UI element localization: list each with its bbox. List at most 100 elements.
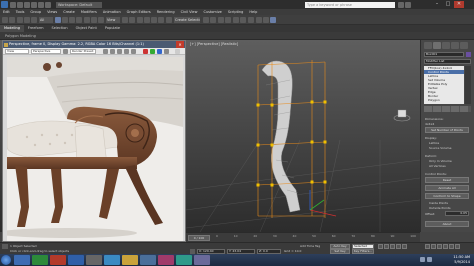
tab-object-paint[interactable]: Object Paint (72, 25, 101, 32)
zoom-all-icon[interactable] (431, 244, 436, 249)
copy-image-icon[interactable] (110, 49, 115, 54)
remove-modifier-icon[interactable] (451, 106, 459, 112)
only-in-volume-radio[interactable]: Only In Volume (429, 159, 452, 163)
outside-points-checkbox[interactable]: Outside Points (429, 206, 451, 210)
percent-snap-icon[interactable] (151, 17, 157, 23)
taskbar-folder-icon[interactable] (122, 255, 138, 265)
open-icon[interactable] (17, 1, 23, 8)
taskbar-app-icon[interactable] (176, 255, 192, 265)
help-icon[interactable] (405, 1, 411, 8)
undo-tool-icon[interactable] (2, 17, 8, 23)
selection-region-icon[interactable] (69, 17, 75, 23)
about-button[interactable]: About (425, 221, 469, 227)
green-channel-icon[interactable] (150, 49, 155, 54)
align-icon[interactable] (210, 17, 216, 23)
select-by-name-icon[interactable] (62, 17, 68, 23)
render-setup-icon[interactable] (256, 17, 262, 23)
move-icon[interactable] (84, 17, 90, 23)
taskbar-3dsmax-icon[interactable] (86, 255, 102, 265)
animate-all-button[interactable]: Animate All (425, 185, 469, 191)
bind-space-warp-icon[interactable] (31, 17, 37, 23)
taskbar-app-icon[interactable] (158, 255, 174, 265)
configure-sets-icon[interactable] (460, 106, 468, 112)
viewport-label[interactable]: [+] [Perspective] [Realistic] (190, 42, 238, 46)
zoom-icon[interactable] (425, 244, 430, 249)
pivot-center-icon[interactable] (122, 17, 128, 23)
named-selection-dropdown[interactable]: Create Selection Se (174, 17, 200, 23)
window-crossing-icon[interactable] (76, 17, 82, 23)
reference-coordinate-dropdown[interactable]: View (106, 17, 120, 23)
area-to-render-dropdown[interactable]: View (5, 49, 29, 54)
app-logo-icon[interactable] (1, 1, 8, 8)
motion-tab-icon[interactable] (451, 42, 459, 49)
lock-viewport-icon[interactable] (63, 49, 68, 54)
rotate-icon[interactable] (91, 17, 97, 23)
close-button[interactable]: ✕ (454, 1, 464, 8)
hierarchy-tab-icon[interactable] (442, 42, 450, 49)
selection-filter-dropdown[interactable]: All (39, 17, 53, 23)
start-button-icon[interactable] (1, 255, 11, 265)
taskbar-app-icon[interactable] (140, 255, 156, 265)
transform-gizmo[interactable] (309, 190, 337, 217)
blue-channel-icon[interactable] (157, 49, 162, 54)
render-window-close-icon[interactable]: ✕ (176, 41, 184, 48)
time-slider[interactable]: 0 / 100 0 10 20 30 40 50 60 70 80 90 100 (186, 232, 420, 242)
undo-icon[interactable] (31, 1, 37, 8)
pin-stack-icon[interactable] (424, 106, 432, 112)
taskbar-app-icon[interactable] (194, 255, 210, 265)
tray-volume-icon[interactable] (427, 257, 432, 262)
source-volume-checkbox[interactable]: Source Volume (429, 146, 451, 150)
curve-editor-icon[interactable] (233, 17, 239, 23)
set-number-of-points-button[interactable]: Set Number of Points (425, 127, 469, 133)
stack-scrollbar[interactable] (465, 66, 471, 104)
previous-frame-icon[interactable] (384, 244, 389, 249)
modifier-stack-item[interactable]: Polygon (424, 98, 464, 102)
ribbon-panel-polygon-modeling[interactable]: Polygon Modeling (0, 32, 41, 39)
tab-populate[interactable]: Populate (101, 25, 124, 32)
viewcube-icon[interactable] (393, 108, 411, 122)
mirror-icon[interactable] (203, 17, 209, 23)
add-time-tag-label[interactable]: Add Time Tag (300, 244, 320, 248)
redo-tool-icon[interactable] (9, 17, 15, 23)
taskbar-media-icon[interactable] (50, 255, 66, 265)
clear-icon[interactable] (131, 49, 136, 54)
save-image-icon[interactable] (103, 49, 108, 54)
tray-network-icon[interactable] (420, 257, 425, 262)
pan-icon[interactable] (443, 244, 448, 249)
lattice-checkbox[interactable]: Lattice (429, 141, 439, 145)
link-icon[interactable] (17, 17, 23, 23)
red-channel-icon[interactable] (143, 49, 148, 54)
render-production-icon[interactable] (270, 17, 276, 23)
select-object-icon[interactable] (55, 17, 61, 23)
layer-manager-icon[interactable] (218, 17, 224, 23)
workspace-dropdown[interactable]: Workspace: Default (56, 1, 102, 8)
create-tab-icon[interactable] (424, 42, 432, 49)
all-vertices-radio[interactable]: All Vertices (429, 164, 446, 168)
tab-selection[interactable]: Selection (48, 25, 72, 32)
conform-to-shape-button[interactable]: Conform to Shape (425, 193, 469, 199)
display-tab-icon[interactable] (460, 42, 468, 49)
maximize-button[interactable]: □ (443, 1, 453, 8)
search-input[interactable]: Type a keyword or phrase (305, 1, 395, 8)
material-editor-icon[interactable] (248, 17, 254, 23)
zoom-extents-icon[interactable] (437, 244, 442, 249)
save-icon[interactable] (24, 1, 30, 8)
object-name-field[interactable]: Box001 (424, 52, 464, 57)
render-button-icon[interactable] (175, 49, 180, 54)
spinner-snap-icon[interactable] (158, 17, 164, 23)
make-unique-icon[interactable] (442, 106, 450, 112)
new-icon[interactable] (10, 1, 16, 8)
minimize-button[interactable]: – (432, 1, 442, 8)
maximize-viewport-icon[interactable] (455, 244, 460, 249)
select-manipulate-icon[interactable] (129, 17, 135, 23)
alpha-channel-icon[interactable] (164, 49, 169, 54)
taskbar-explorer-icon[interactable] (14, 255, 30, 265)
angle-snap-icon[interactable] (144, 17, 150, 23)
go-to-start-icon[interactable] (378, 244, 383, 249)
orbit-icon[interactable] (449, 244, 454, 249)
next-frame-icon[interactable] (396, 244, 401, 249)
project-icon[interactable] (45, 1, 51, 8)
show-end-result-icon[interactable] (433, 106, 441, 112)
taskbar-chrome-icon[interactable] (32, 255, 48, 265)
offset-spinner[interactable]: 0.05 (445, 211, 469, 216)
